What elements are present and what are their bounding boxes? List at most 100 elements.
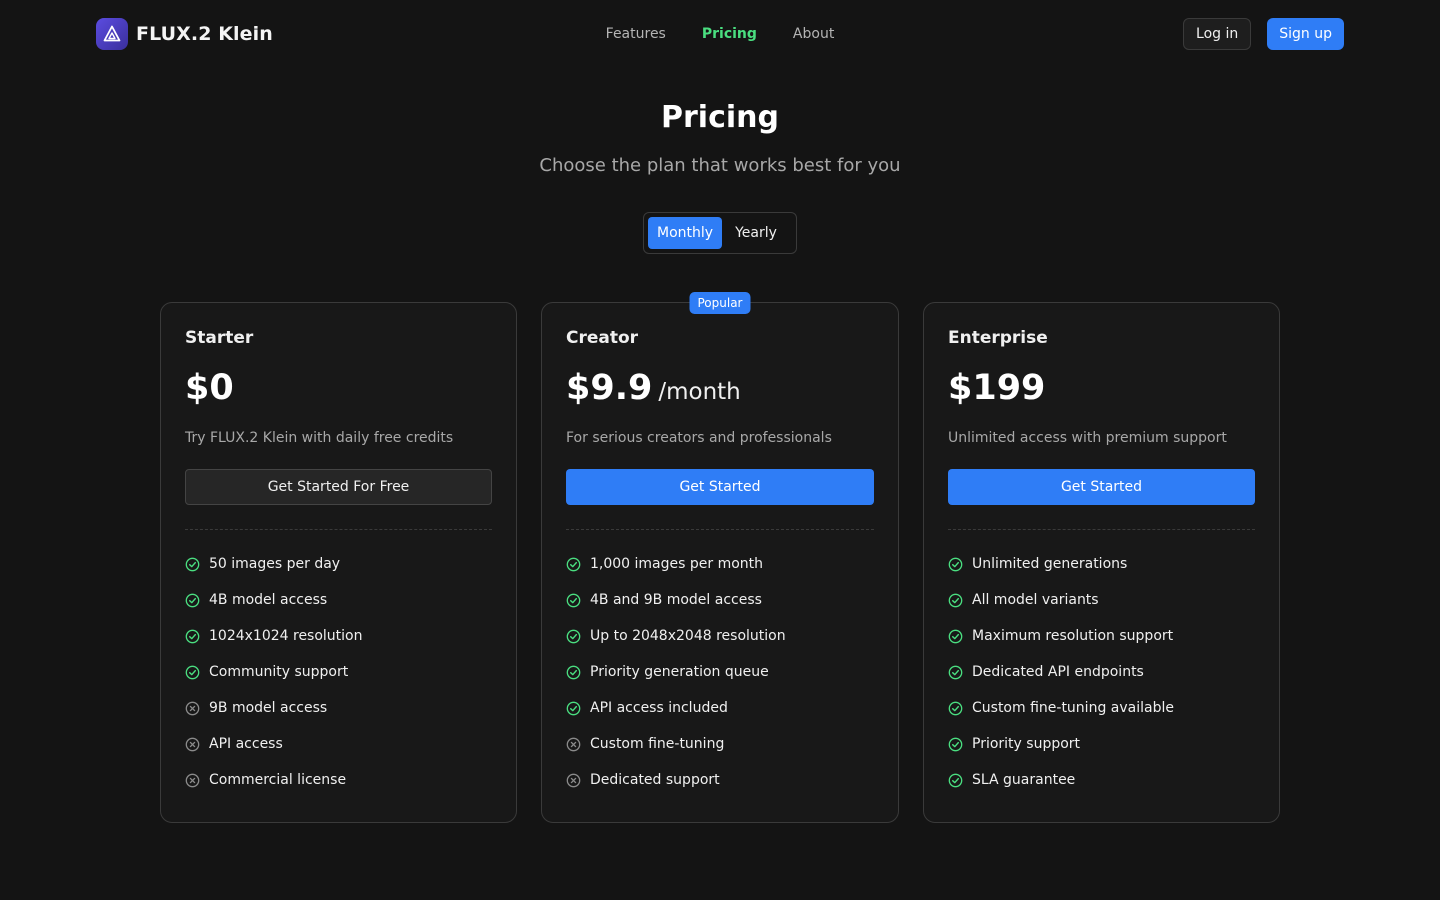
login-button[interactable]: Log in [1183,18,1252,50]
feature-item: 9B model access [185,690,492,726]
feature-label: Unlimited generations [972,556,1128,572]
check-circle-icon [948,737,963,751]
check-circle-icon [185,557,200,571]
plan-name: Enterprise [948,328,1048,348]
check-circle-icon [566,557,581,571]
feature-item: 1,000 images per month [566,546,874,582]
price-amount: $0 [185,368,234,408]
feature-item: Commercial license [185,762,492,798]
feature-label: SLA guarantee [972,772,1076,788]
nav-item-features[interactable]: Features [606,24,666,44]
feature-label: 1024x1024 resolution [209,628,363,644]
feature-label: 9B model access [209,700,328,716]
feature-item: Maximum resolution support [948,618,1255,654]
popular-badge: Popular [689,292,751,314]
plan-price: $9.9 /month [566,364,874,412]
price-period: /month [658,379,741,405]
feature-label: Community support [209,664,349,680]
feature-label: API access included [590,700,728,716]
feature-list: Unlimited generations All model variants M… [948,546,1255,798]
auth-actions: Log in Sign up [1183,18,1344,50]
feature-item: 50 images per day [185,546,492,582]
feature-label: 50 images per day [209,556,341,572]
get-started-enterprise-button[interactable]: Get Started [948,469,1255,505]
feature-item: Unlimited generations [948,546,1255,582]
feature-list: 1,000 images per month 4B and 9B model ac… [566,546,874,798]
feature-item: Community support [185,654,492,690]
feature-label: Priority support [972,736,1081,752]
feature-item: API access [185,726,492,762]
x-circle-icon [185,773,200,787]
feature-item: Up to 2048x2048 resolution [566,618,874,654]
feature-item: 4B model access [185,582,492,618]
feature-label: Custom fine-tuning available [972,700,1174,716]
check-circle-icon [948,701,963,715]
plan-description: Try FLUX.2 Klein with daily free credits [185,430,454,446]
check-circle-icon [948,557,963,571]
feature-label: Priority generation queue [590,664,769,680]
page-title: Pricing [661,100,779,135]
plan-price: $199 [948,364,1255,412]
signup-button[interactable]: Sign up [1267,18,1344,50]
plan-description: Unlimited access with premium support [948,430,1227,446]
x-circle-icon [566,773,581,787]
page-subtitle: Choose the plan that works best for you [539,155,901,176]
feature-item: 1024x1024 resolution [185,618,492,654]
get-started-free-button[interactable]: Get Started For Free [185,469,492,505]
feature-label: API access [209,736,283,752]
check-circle-icon [185,629,200,643]
monthly-toggle-button[interactable]: Monthly [648,217,723,249]
check-circle-icon [948,593,963,607]
feature-item: Custom fine-tuning available [948,690,1255,726]
feature-label: Commercial license [209,772,347,788]
x-circle-icon [185,701,200,715]
plan-description: For serious creators and professionals [566,430,832,446]
plan-card-creator: Popular Creator $9.9 /month For serious … [541,292,899,823]
plan-price: $0 [185,364,492,412]
billing-period-toggle: Monthly Yearly [643,212,797,254]
x-circle-icon [185,737,200,751]
feature-label: 4B and 9B model access [590,592,762,608]
feature-list: 50 images per day 4B model access 1024x102… [185,546,492,798]
x-circle-icon [566,737,581,751]
nav-item-pricing[interactable]: Pricing [702,24,757,44]
check-circle-icon [185,665,200,679]
plan-card-enterprise: Enterprise $199 Unlimited access with pr… [923,302,1280,823]
feature-item: Custom fine-tuning [566,726,874,762]
check-circle-icon [948,629,963,643]
feature-label: All model variants [972,592,1099,608]
divider [185,529,492,530]
plan-card-starter: Starter $0 Try FLUX.2 Klein with daily f… [160,302,517,823]
check-circle-icon [566,665,581,679]
feature-label: 1,000 images per month [590,556,764,572]
feature-label: Custom fine-tuning [590,736,725,752]
feature-item: Priority generation queue [566,654,874,690]
divider [566,529,874,530]
check-circle-icon [566,593,581,607]
feature-item: 4B and 9B model access [566,582,874,618]
site-header: FLUX.2 Klein Features Pricing About Log … [0,0,1440,68]
nav-item-about[interactable]: About [793,24,834,44]
check-circle-icon [566,701,581,715]
feature-item: API access included [566,690,874,726]
feature-label: Dedicated support [590,772,720,788]
feature-item: Dedicated support [566,762,874,798]
price-amount: $199 [948,368,1046,408]
check-circle-icon [185,593,200,607]
plan-name: Creator [566,328,639,348]
check-circle-icon [566,629,581,643]
yearly-toggle-button[interactable]: Yearly [726,217,786,249]
feature-item: Dedicated API endpoints [948,654,1255,690]
check-circle-icon [948,773,963,787]
price-amount: $9.9 [566,368,653,408]
feature-label: Maximum resolution support [972,628,1174,644]
feature-item: SLA guarantee [948,762,1255,798]
feature-item: All model variants [948,582,1255,618]
feature-label: Dedicated API endpoints [972,664,1144,680]
get-started-creator-button[interactable]: Get Started [566,469,874,505]
divider [948,529,1255,530]
feature-label: Up to 2048x2048 resolution [590,628,786,644]
plan-name: Starter [185,328,254,348]
feature-label: 4B model access [209,592,328,608]
feature-item: Priority support [948,726,1255,762]
